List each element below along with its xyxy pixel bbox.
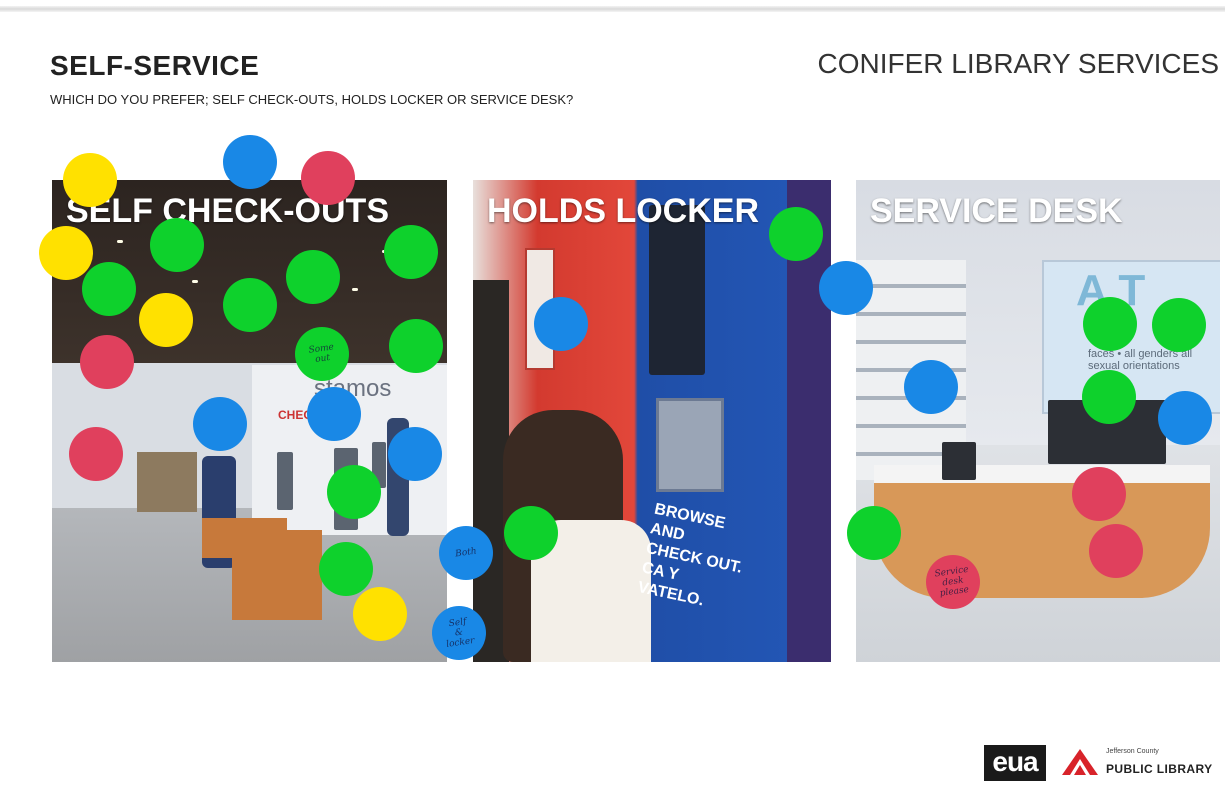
- green-vote-dot: [319, 542, 373, 596]
- bench: [232, 530, 322, 620]
- dot-handwritten-note: Service desk please: [934, 564, 970, 599]
- blue-vote-dot: [904, 360, 958, 414]
- org-name: CONIFER LIBRARY SERVICES: [817, 48, 1219, 79]
- locker-sign: BROWSE AND CHECK OUT. CA Y VATELO.: [636, 500, 744, 610]
- green-vote-dot: [82, 262, 136, 316]
- pink-vote-dot: [80, 335, 134, 389]
- jeffco-library-logo-icon: [1062, 749, 1098, 775]
- blue-vote-dot: [223, 135, 277, 189]
- kiosk: [277, 452, 293, 510]
- green-vote-dot: [389, 319, 443, 373]
- yellow-vote-dot: [139, 293, 193, 347]
- ceiling-light: [192, 280, 198, 283]
- survey-question: WHICH DO YOU PREFER; SELF CHECK-OUTS, HO…: [50, 92, 574, 107]
- dot-handwritten-note: Some out: [307, 342, 335, 365]
- green-vote-dot: [223, 278, 277, 332]
- green-vote-dot: Some out: [295, 327, 349, 381]
- green-vote-dot: [1082, 370, 1136, 424]
- locker-slot: [656, 398, 724, 492]
- dot-handwritten-note: Self & locker: [445, 616, 476, 650]
- green-vote-dot: [384, 225, 438, 279]
- blue-vote-dot: [388, 427, 442, 481]
- green-vote-dot: [847, 506, 901, 560]
- banner-text: faces • all genders all sexual orientati…: [1088, 348, 1193, 372]
- panel-label: SERVICE DESK: [870, 192, 1123, 230]
- top-rule: [0, 6, 1225, 12]
- phone: [942, 442, 976, 480]
- pink-vote-dot: [301, 151, 355, 205]
- library-name: PUBLIC LIBRARY: [1106, 762, 1213, 776]
- yellow-vote-dot: [63, 153, 117, 207]
- green-vote-dot: [1083, 297, 1137, 351]
- yellow-vote-dot: [39, 226, 93, 280]
- blue-vote-dot: [193, 397, 247, 451]
- ceiling-light: [352, 288, 358, 291]
- page-title: SELF-SERVICE: [50, 50, 260, 81]
- yellow-vote-dot: [353, 587, 407, 641]
- blue-vote-dot: [534, 297, 588, 351]
- pink-vote-dot: Service desk please: [926, 555, 980, 609]
- blue-vote-dot: [307, 387, 361, 441]
- pink-vote-dot: [1089, 524, 1143, 578]
- blue-vote-dot: Self & locker: [432, 606, 486, 660]
- green-vote-dot: [150, 218, 204, 272]
- dot-handwritten-note: Both: [454, 546, 478, 560]
- library-county: Jefferson County: [1106, 748, 1159, 755]
- eua-logo: eua: [984, 745, 1046, 781]
- green-vote-dot: [769, 207, 823, 261]
- panel-label: HOLDS LOCKER: [487, 192, 759, 230]
- green-vote-dot: [1152, 298, 1206, 352]
- pink-vote-dot: [1072, 467, 1126, 521]
- green-vote-dot: [327, 465, 381, 519]
- pink-vote-dot: [69, 427, 123, 481]
- green-vote-dot: [504, 506, 558, 560]
- book-shelf: [137, 452, 197, 512]
- blue-vote-dot: [819, 261, 873, 315]
- green-vote-dot: [286, 250, 340, 304]
- blue-vote-dot: Both: [439, 526, 493, 580]
- ceiling-light: [117, 240, 123, 243]
- blue-vote-dot: [1158, 391, 1212, 445]
